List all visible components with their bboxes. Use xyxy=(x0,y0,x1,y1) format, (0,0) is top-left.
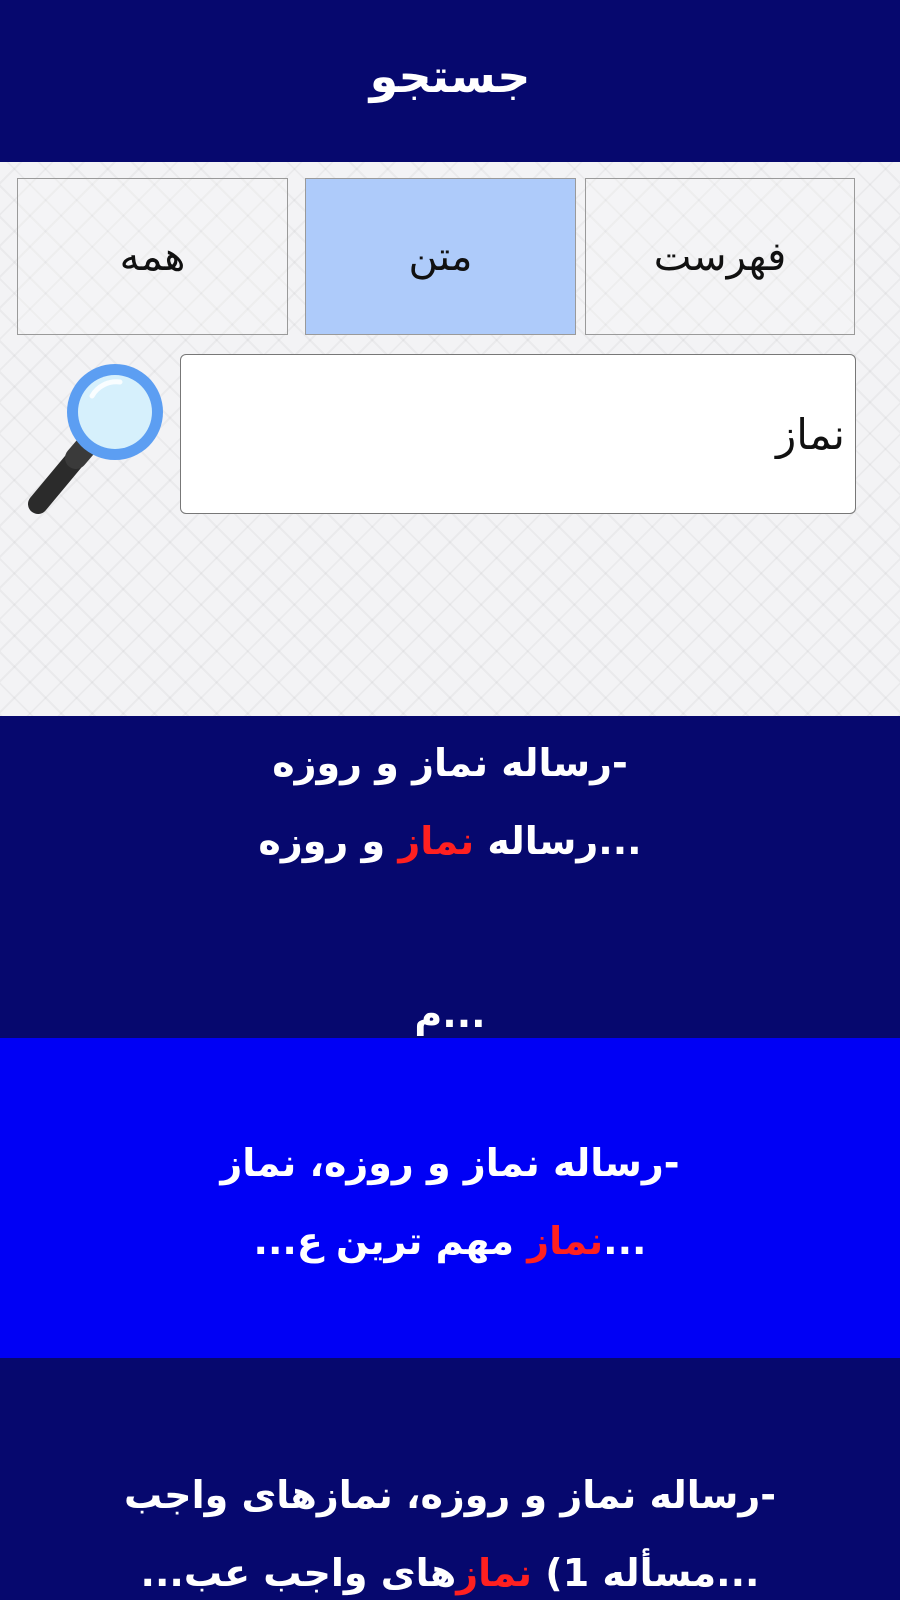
tab-index[interactable]: فهرست xyxy=(585,178,855,335)
result-title: -رساله نماز و روزه، نمازهای واجب xyxy=(123,1473,777,1517)
page-title: جستجو xyxy=(369,49,531,103)
result-snippet: ...رساله نماز و روزه xyxy=(258,819,642,863)
result-snippet-continuation: ...م xyxy=(414,992,486,1036)
search-input[interactable] xyxy=(180,354,856,514)
search-button[interactable] xyxy=(20,352,170,517)
result-highlight: نماز xyxy=(398,819,475,863)
result-title: -رساله نماز و روزه xyxy=(272,741,628,785)
magnifying-glass-icon xyxy=(28,364,163,514)
result-item[interactable]: -رساله نماز و روزه، نمازهای واجب ...مسأل… xyxy=(0,1358,900,1600)
result-snippet: ...نماز مهم ترین ع... xyxy=(253,1219,647,1263)
result-title: -رساله نماز و روزه، نماز xyxy=(220,1141,680,1185)
tab-all[interactable]: همه xyxy=(17,178,288,335)
result-item-selected[interactable]: -رساله نماز و روزه، نماز ...نماز مهم تری… xyxy=(0,1038,900,1358)
result-snippet: ...مسأله 1) نمازهای واجب عب... xyxy=(140,1551,760,1595)
app-bar: جستجو xyxy=(0,0,900,162)
result-highlight: نماز xyxy=(456,1551,533,1595)
tab-text[interactable]: متن xyxy=(305,178,576,335)
search-panel: فهرست متن همه xyxy=(0,162,900,716)
result-highlight: نماز xyxy=(527,1219,604,1263)
